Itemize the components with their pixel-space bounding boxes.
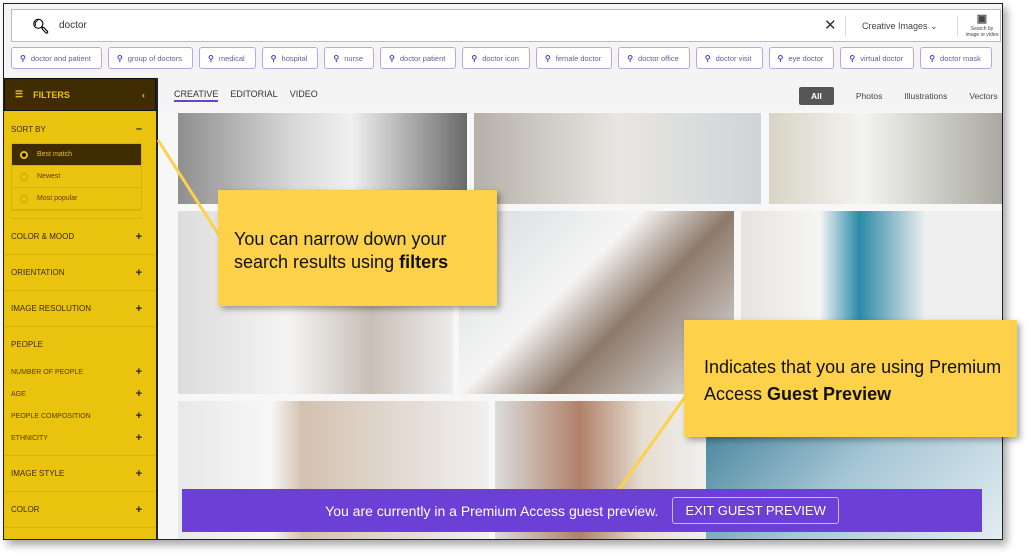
callout-bold: filters (399, 252, 449, 272)
callout-pointers (156, 139, 692, 493)
banner-text: You are currently in a Premium Access gu… (325, 502, 659, 519)
exit-guest-preview-button[interactable]: EXIT GUEST PREVIEW (672, 497, 839, 524)
guest-pointer (615, 389, 692, 493)
filters-callout: You can narrow down your search results … (218, 190, 497, 306)
filters-pointer (156, 139, 224, 241)
guest-preview-banner: You are currently in a Premium Access gu… (182, 489, 982, 532)
guest-preview-callout: Indicates that you are using Premium Acc… (684, 320, 1017, 437)
callout-bold: Guest Preview (767, 384, 892, 404)
